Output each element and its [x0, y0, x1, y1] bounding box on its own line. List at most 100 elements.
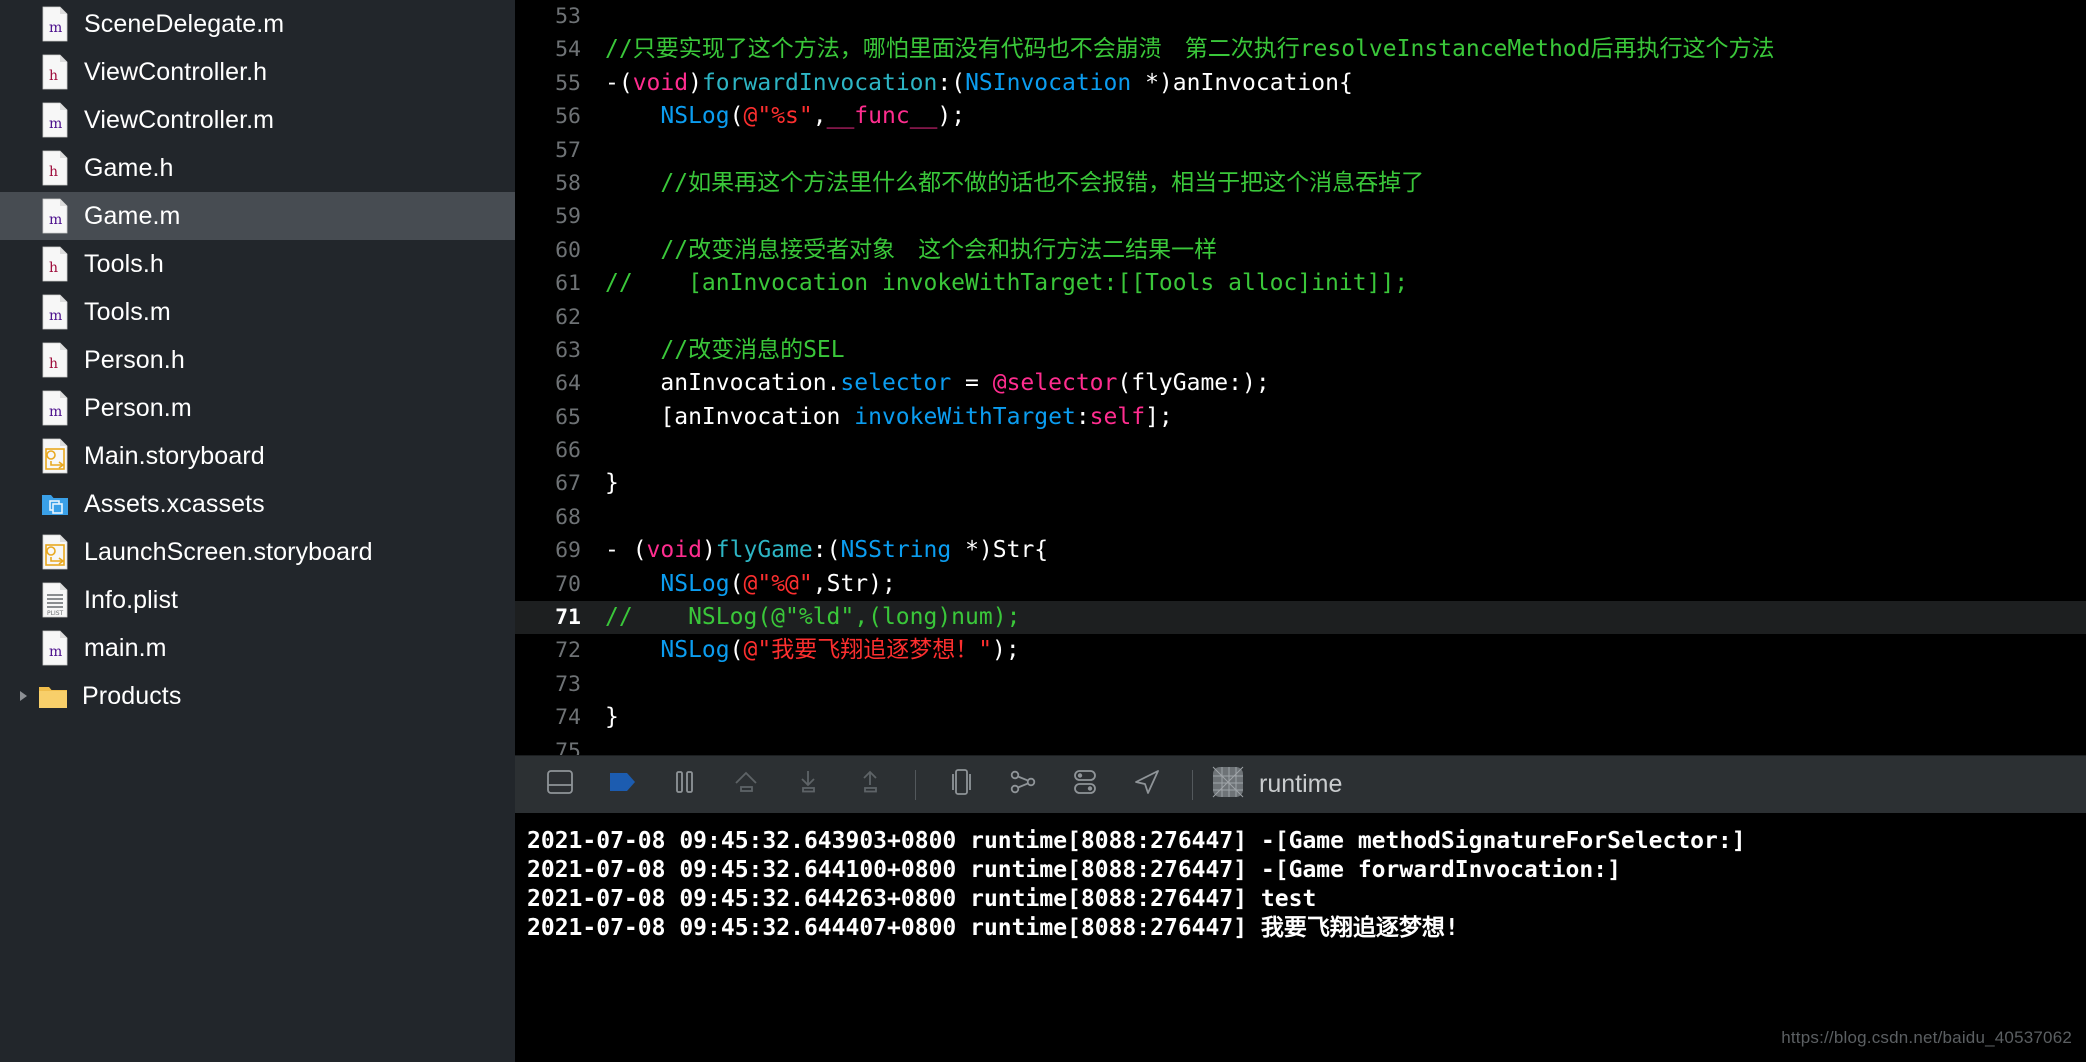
nav-item-game-m[interactable]: m Game.m	[0, 192, 515, 240]
code-line[interactable]: 68	[515, 501, 2086, 534]
code-line[interactable]: 61 // [anInvocation invokeWithTarget:[[To…	[515, 267, 2086, 300]
code-line[interactable]: 72 NSLog(@"我要飞翔追逐梦想！");	[515, 634, 2086, 667]
toggles-icon	[1068, 767, 1102, 802]
code-text: - (void)flyGame:(NSString *)Str{	[593, 534, 1048, 567]
code-line[interactable]: 56 NSLog(@"%s",__func__);	[515, 100, 2086, 133]
svg-text:h: h	[49, 164, 58, 180]
nav-item-person-m[interactable]: m Person.m	[0, 384, 515, 432]
disclosure-triangle-icon[interactable]	[8, 672, 38, 720]
nav-item-assets-xcassets[interactable]: Assets.xcassets	[0, 480, 515, 528]
storyboard-file-icon	[40, 438, 70, 474]
asset-catalog-icon	[40, 486, 70, 522]
code-line[interactable]: 63 //改变消息的SEL	[515, 334, 2086, 367]
debug-toolbar[interactable]: runtime	[515, 755, 2086, 813]
code-line[interactable]: 69 - (void)flyGame:(NSString *)Str{	[515, 534, 2086, 567]
view-debugging-button[interactable]	[930, 756, 992, 814]
code-line[interactable]: 54 //只要实现了这个方法，哪怕里面没有代码也不会崩溃 第二次执行resolve…	[515, 33, 2086, 66]
code-line[interactable]: 73	[515, 668, 2086, 701]
code-text: // [anInvocation invokeWithTarget:[[Tool…	[593, 267, 1408, 300]
pause-button[interactable]	[653, 756, 715, 814]
nav-item-tools-h[interactable]: h Tools.h	[0, 240, 515, 288]
code-line[interactable]: 65 [anInvocation invokeWithTarget:self];	[515, 401, 2086, 434]
nav-item-label: Person.m	[84, 393, 192, 422]
line-number: 74	[555, 705, 581, 731]
code-line[interactable]: 57	[515, 134, 2086, 167]
code-line[interactable]: 64 anInvocation.selector = @selector(fly…	[515, 367, 2086, 400]
code-token: (	[729, 570, 744, 597]
line-number: 59	[555, 204, 581, 230]
code-line[interactable]: 60 //改变消息接受者对象 这个会和执行方法二结果一样	[515, 234, 2086, 267]
nav-item-label: Products	[82, 681, 182, 710]
hide-debug-area-button[interactable]	[529, 756, 591, 814]
nav-item-info-plist[interactable]: PLIST Info.plist	[0, 576, 515, 624]
code-token: ];	[1145, 403, 1173, 430]
project-navigator-list[interactable]: m SceneDelegate.m h ViewController.h m ViewCo…	[0, 0, 515, 720]
code-token: //改变消息的SEL	[605, 336, 845, 363]
code-token: NSLog	[660, 103, 730, 130]
nav-item-viewcontroller-h[interactable]: h ViewController.h	[0, 48, 515, 96]
nav-item-game-h[interactable]: h Game.h	[0, 144, 515, 192]
nav-item-viewcontroller-m[interactable]: m ViewController.m	[0, 96, 515, 144]
line-number: 65	[555, 404, 581, 430]
code-token: *)anInvocation{	[1131, 69, 1353, 96]
watermark-text: https://blog.csdn.net/baidu_40537062	[1781, 1028, 2072, 1047]
code-token: anInvocation.	[605, 370, 841, 397]
console-log-line: 2021-07-08 09:45:32.644263+0800 runtime[…	[527, 886, 1317, 912]
memory-graph-button[interactable]	[992, 756, 1054, 814]
nav-item-main-storyboard[interactable]: Main.storyboard	[0, 432, 515, 480]
code-line[interactable]: 58 //如果再这个方法里什么都不做的话也不会报错，相当于把这个消息吞掉了	[515, 167, 2086, 200]
code-text: }	[593, 701, 619, 734]
step-over-button[interactable]	[715, 756, 777, 814]
code-token: );	[937, 103, 966, 130]
nav-item-tools-m[interactable]: m Tools.m	[0, 288, 515, 336]
code-token: }	[605, 470, 619, 497]
nav-item-main-m[interactable]: m main.m	[0, 624, 515, 672]
console-log-line: 2021-07-08 09:45:32.643903+0800 runtime[…	[527, 828, 1746, 854]
line-number: 70	[555, 571, 581, 597]
code-token: =	[951, 370, 993, 397]
line-number: 66	[555, 438, 581, 464]
debug-process-label: runtime	[1259, 770, 1343, 798]
code-line[interactable]: 70 NSLog(@"%@",Str);	[515, 568, 2086, 601]
continue-button[interactable]	[591, 756, 653, 814]
console-output-pane[interactable]: 2021-07-08 09:45:32.643903+0800 runtime[…	[515, 813, 2086, 1062]
nav-item-scenedelegate-m[interactable]: m SceneDelegate.m	[0, 0, 515, 48]
code-line[interactable]: 74}	[515, 701, 2086, 734]
code-token: //改变消息接受者对象 这个会和执行方法二结果一样	[605, 236, 1218, 263]
code-line[interactable]: 66	[515, 434, 2086, 467]
step-out-button[interactable]	[839, 756, 901, 814]
svg-text:h: h	[49, 68, 58, 84]
nav-item-label: Person.h	[84, 345, 185, 374]
code-line[interactable]: 67}	[515, 467, 2086, 500]
code-line[interactable]: 75	[515, 735, 2086, 755]
code-token: invokeWithTarget	[854, 403, 1076, 430]
code-line[interactable]: 53	[515, 0, 2086, 33]
step-into-button[interactable]	[777, 756, 839, 814]
code-text: }	[593, 467, 619, 500]
nav-item-person-h[interactable]: h Person.h	[0, 336, 515, 384]
code-token: NSLog	[660, 637, 730, 664]
environment-overrides-button[interactable]	[1054, 756, 1116, 814]
code-line[interactable]: 55 -(void)forwardInvocation:(NSInvocation…	[515, 67, 2086, 100]
code-text: NSLog(@"%s",__func__);	[593, 100, 965, 133]
step-over-icon	[729, 767, 763, 802]
nav-item-products[interactable]: Products	[0, 672, 515, 720]
code-line[interactable]: 59	[515, 200, 2086, 233]
objc-m-file-icon: m	[40, 630, 70, 666]
code-token: NSLog	[660, 570, 730, 597]
console-lines: 2021-07-08 09:45:32.643903+0800 runtime[…	[515, 827, 2086, 943]
line-number: 73	[555, 671, 581, 697]
objc-m-file-icon: m	[40, 102, 70, 138]
source-code-editor[interactable]: 53 54 //只要实现了这个方法，哪怕里面没有代码也不会崩溃 第二次执行resol…	[515, 0, 2086, 755]
simulate-location-button[interactable]	[1116, 756, 1178, 814]
code-token: (	[729, 637, 744, 664]
debug-process-chip[interactable]: runtime	[1211, 765, 1342, 804]
code-line[interactable]: 62	[515, 301, 2086, 334]
code-token: self	[1089, 403, 1146, 430]
nav-item-launchscreen-storyboard[interactable]: LaunchScreen.storyboard	[0, 528, 515, 576]
line-number: 68	[555, 504, 581, 530]
code-token: *)Str{	[951, 537, 1049, 564]
code-line-current[interactable]: 71 // NSLog(@"%ld",(long)num);	[515, 601, 2086, 635]
project-navigator[interactable]: m SceneDelegate.m h ViewController.h m ViewCo…	[0, 0, 515, 1062]
